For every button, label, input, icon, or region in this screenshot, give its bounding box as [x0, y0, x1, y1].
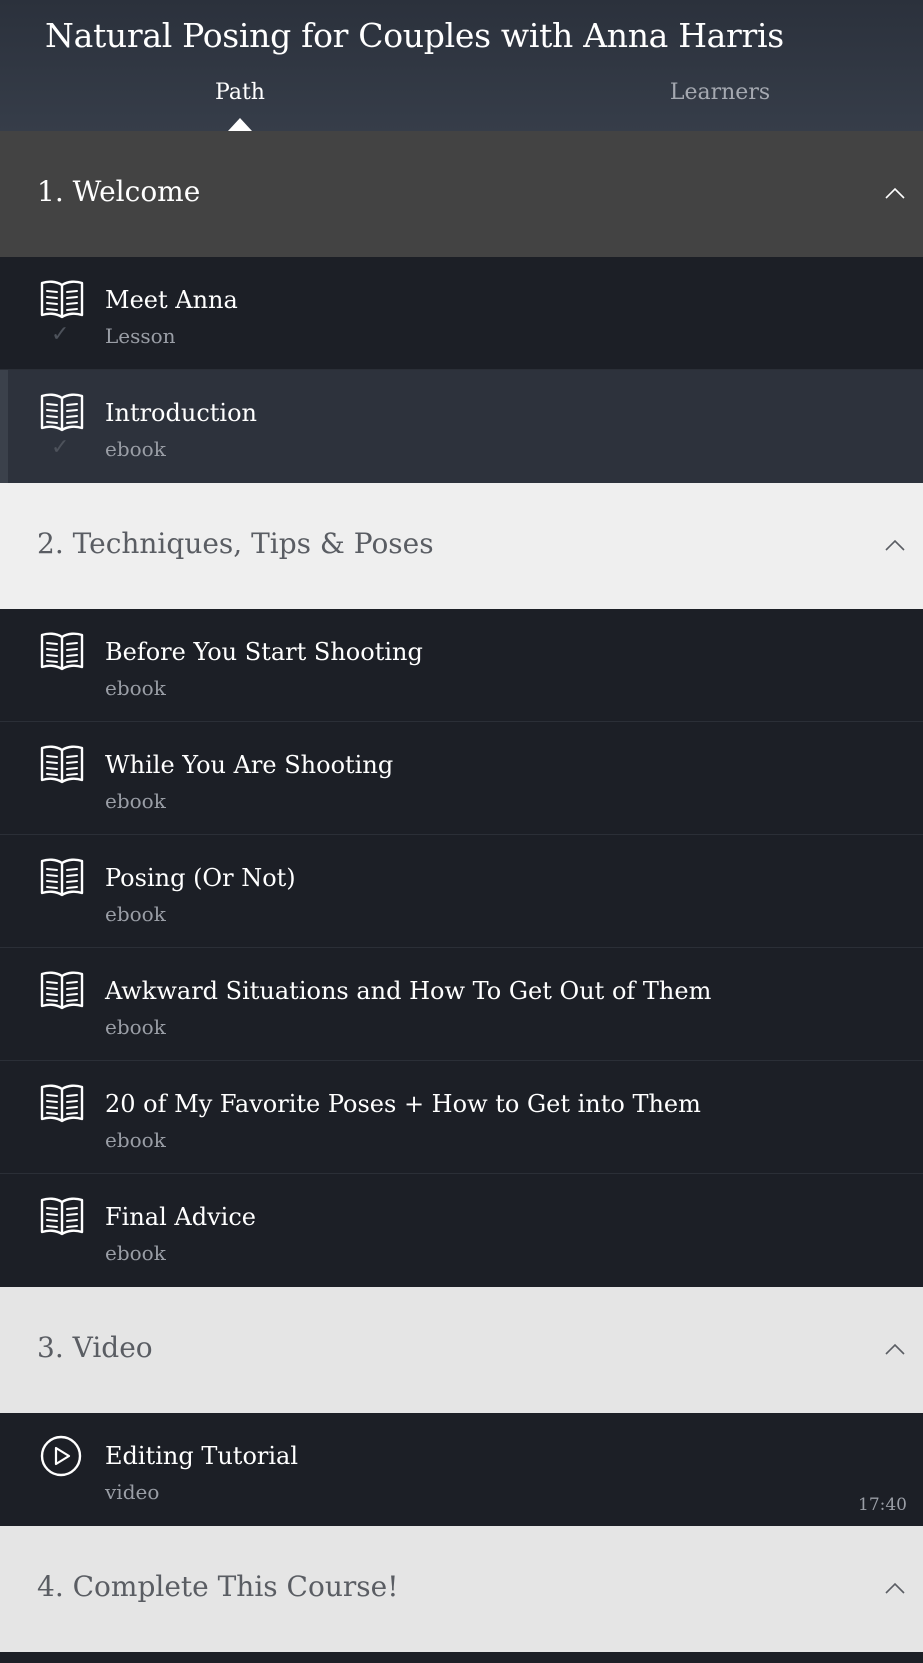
section-header-techniques[interactable]: 2. Techniques, Tips & Poses: [0, 483, 923, 609]
lesson-title: Posing (Or Not): [105, 864, 296, 892]
lesson-title: Meet Anna: [105, 286, 238, 314]
lesson-type: ebook: [105, 1015, 166, 1039]
book-icon: [40, 280, 84, 319]
chevron-up-icon: [885, 1582, 905, 1594]
lesson-item-while-shooting[interactable]: While You Are Shooting ebook: [0, 722, 923, 835]
chevron-up-icon: [885, 187, 905, 199]
book-icon: [40, 858, 84, 897]
lesson-item-meet-anna[interactable]: ✓ Meet Anna Lesson: [0, 257, 923, 370]
book-icon: [40, 1197, 84, 1236]
lesson-type: ebook: [105, 1241, 166, 1265]
lesson-item-awkward-situations[interactable]: Awkward Situations and How To Get Out of…: [0, 948, 923, 1061]
course-title: Natural Posing for Couples with Anna Har…: [45, 16, 784, 55]
lesson-title: Introduction: [105, 399, 257, 427]
completed-check-icon: ✓: [51, 435, 70, 460]
section-header-welcome[interactable]: 1. Welcome: [0, 131, 923, 257]
lesson-item-before-you-start[interactable]: Before You Start Shooting ebook: [0, 609, 923, 722]
lesson-item-posing-or-not[interactable]: Posing (Or Not) ebook: [0, 835, 923, 948]
lesson-item-final-advice[interactable]: Final Advice ebook: [0, 1174, 923, 1287]
video-duration: 17:40: [858, 1495, 907, 1515]
chevron-up-icon: [885, 1343, 905, 1355]
chevron-up-icon: [885, 539, 905, 551]
section-header-video[interactable]: 3. Video: [0, 1287, 923, 1413]
book-icon: [40, 1084, 84, 1123]
lesson-type: Lesson: [105, 324, 176, 348]
tab-learners[interactable]: Learners: [670, 78, 770, 108]
completed-check-icon: ✓: [51, 322, 70, 347]
play-circle-icon: [40, 1435, 82, 1477]
lesson-type: ebook: [105, 437, 166, 461]
lesson-type: ebook: [105, 676, 166, 700]
book-icon: [40, 745, 84, 784]
book-icon: [40, 632, 84, 671]
lesson-item-introduction[interactable]: ✓ Introduction ebook: [0, 370, 923, 483]
book-icon: [40, 971, 84, 1010]
section-title: 3. Video: [37, 1331, 153, 1364]
lesson-title: Final Advice: [105, 1203, 256, 1231]
tab-path[interactable]: Path: [215, 78, 265, 108]
lesson-title: Before You Start Shooting: [105, 638, 423, 666]
lesson-title: Awkward Situations and How To Get Out of…: [105, 977, 712, 1005]
lesson-type: ebook: [105, 902, 166, 926]
list-bottom-edge: [0, 1652, 923, 1663]
book-icon: [40, 393, 84, 432]
course-header: Natural Posing for Couples with Anna Har…: [0, 0, 923, 131]
active-tab-indicator: [228, 118, 252, 131]
section-title: 1. Welcome: [37, 175, 201, 208]
lesson-type: ebook: [105, 789, 166, 813]
lesson-title: While You Are Shooting: [105, 751, 394, 779]
section-header-complete-course[interactable]: 4. Complete This Course!: [0, 1526, 923, 1652]
section-title: 2. Techniques, Tips & Poses: [37, 527, 434, 560]
lesson-type: video: [105, 1480, 160, 1504]
lesson-type: ebook: [105, 1128, 166, 1152]
lesson-title: Editing Tutorial: [105, 1442, 299, 1470]
lesson-item-favorite-poses[interactable]: 20 of My Favorite Poses + How to Get int…: [0, 1061, 923, 1174]
lesson-title: 20 of My Favorite Poses + How to Get int…: [105, 1090, 701, 1118]
section-title: 4. Complete This Course!: [37, 1570, 399, 1603]
lesson-item-editing-tutorial[interactable]: Editing Tutorial video 17:40: [0, 1413, 923, 1526]
